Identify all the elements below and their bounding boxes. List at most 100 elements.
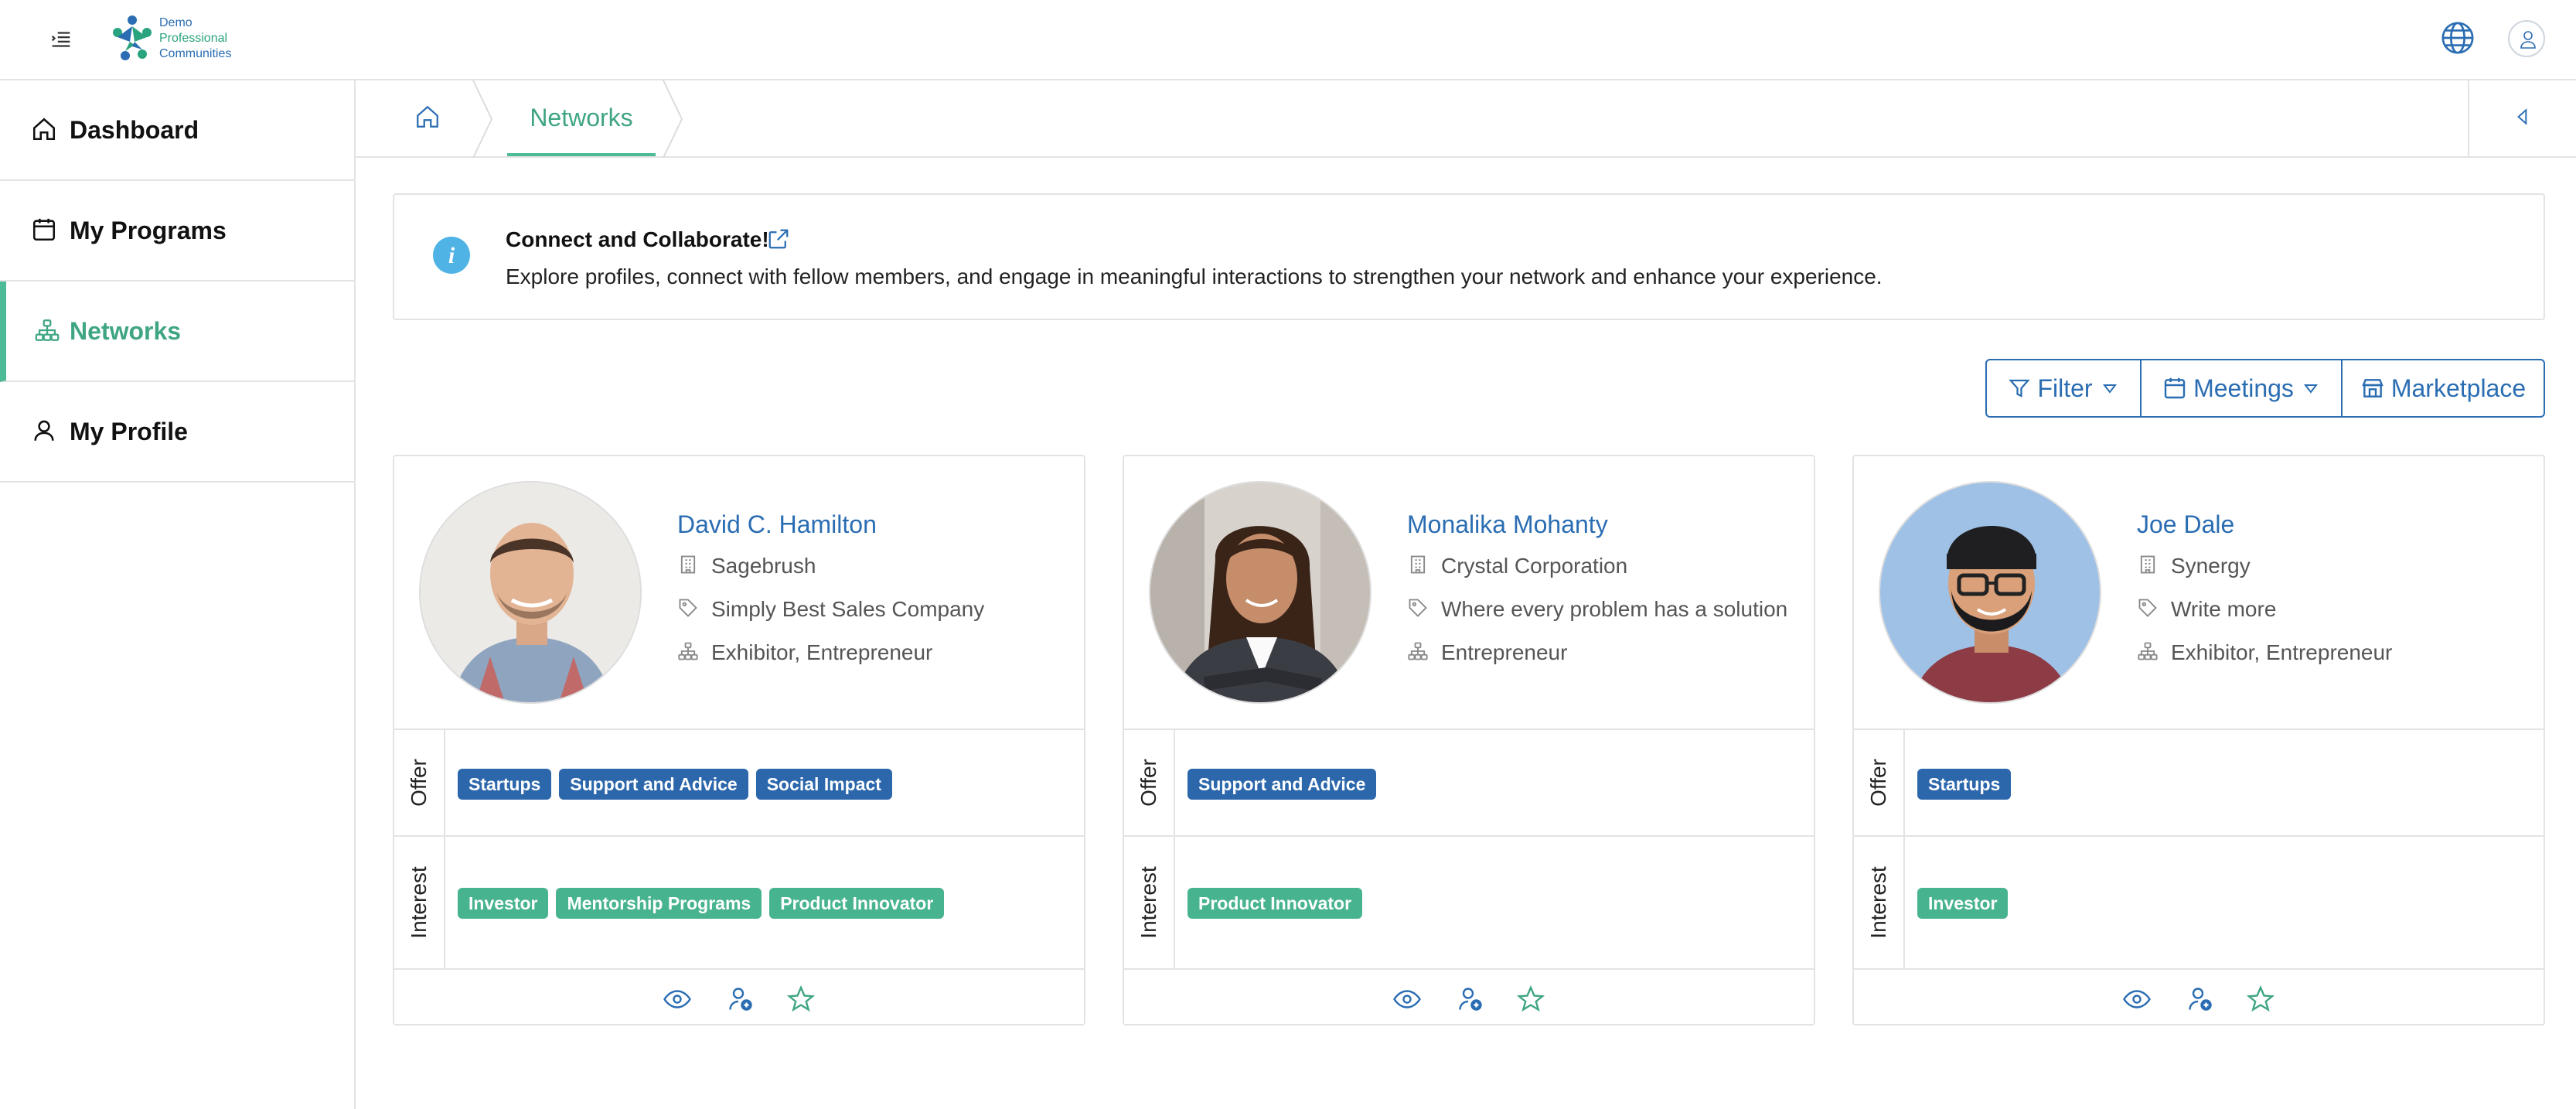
interest-label-cell: Interest	[394, 837, 445, 968]
connect-user-icon[interactable]	[727, 985, 755, 1013]
offer-tags: Startups Support and Advice Social Impac…	[458, 769, 892, 800]
top-header: Demo Professional Communities	[0, 0, 2576, 80]
marketplace-button[interactable]: Marketplace	[2343, 360, 2544, 416]
globe-icon[interactable]	[2440, 20, 2475, 56]
network-icon	[1408, 642, 1428, 660]
store-icon	[2362, 379, 2383, 398]
info-banner: i Connect and Collaborate! Explore profi…	[393, 193, 2545, 320]
avatar[interactable]	[419, 481, 642, 704]
interest-tags: Investor Mentorship Programs Product Inn…	[458, 888, 945, 919]
calendar-icon	[2164, 377, 2186, 399]
breadcrumb: Networks	[356, 80, 2576, 158]
meetings-button[interactable]: Meetings	[2142, 360, 2343, 416]
tag-icon	[2138, 599, 2157, 617]
offer-section: Offer Startups	[1854, 729, 2544, 835]
eye-icon[interactable]	[2123, 985, 2151, 1013]
brand-line-3: Communities	[159, 47, 232, 60]
interest-label: Interest	[407, 866, 431, 939]
offer-label: Offer	[1866, 759, 1890, 807]
sidebar-item-networks[interactable]: Networks	[0, 282, 354, 382]
breadcrumb-item-networks[interactable]: Networks	[507, 80, 656, 156]
card-actions	[1124, 968, 1814, 1024]
breadcrumb-separator	[663, 80, 683, 158]
meetings-label: Meetings	[2193, 374, 2294, 402]
user-menu-button[interactable]	[2508, 20, 2545, 57]
caret-left-icon	[2517, 108, 2527, 125]
network-icon	[678, 642, 698, 660]
offer-section: Offer Startups Support and Advice Social…	[394, 729, 1084, 835]
marketplace-label: Marketplace	[2390, 374, 2527, 402]
sidebar-item-my-profile[interactable]: My Profile	[0, 382, 354, 483]
sidebar-item-label: My Profile	[70, 418, 188, 445]
eye-icon[interactable]	[1393, 985, 1421, 1013]
interest-label-cell: Interest	[1124, 837, 1175, 968]
interest-tag[interactable]: Mentorship Programs	[556, 888, 762, 919]
interest-tags: Product Innovator	[1187, 888, 1363, 919]
interest-label: Interest	[1136, 866, 1160, 939]
tag-icon	[679, 599, 697, 617]
profile-name[interactable]: Monalika Mohanty	[1407, 510, 1608, 539]
star-icon[interactable]	[2246, 984, 2275, 1013]
building-icon	[2140, 555, 2155, 574]
active-tab-indicator	[507, 153, 656, 156]
info-icon: i	[431, 235, 472, 275]
eye-icon[interactable]	[663, 985, 691, 1013]
interest-tag[interactable]: Investor	[1917, 888, 2009, 919]
offer-label: Offer	[407, 759, 431, 807]
brand-name: Demo Professional Communities	[159, 15, 231, 62]
menu-collapse-icon[interactable]	[48, 26, 74, 53]
building-icon	[1410, 555, 1426, 574]
filter-icon	[2009, 379, 2031, 398]
panel-collapse-button[interactable]	[2468, 80, 2576, 156]
connect-user-icon[interactable]	[1457, 985, 1484, 1013]
sidebar-item-dashboard[interactable]: Dashboard	[0, 80, 354, 181]
tag-icon	[1409, 599, 1427, 617]
user-icon	[2520, 31, 2536, 49]
profile-card: Joe Dale Synergy Write more Exhibitor, E…	[1852, 455, 2545, 1025]
sidebar: Dashboard My Programs Networks My Profil…	[0, 80, 356, 1109]
profile-card: David C. Hamilton Sagebrush Simply Best …	[393, 455, 1085, 1025]
sidebar-item-label: Dashboard	[70, 116, 199, 144]
profile-name[interactable]: David C. Hamilton	[677, 510, 877, 539]
avatar[interactable]	[1879, 481, 2101, 704]
home-icon[interactable]	[414, 104, 442, 131]
offer-tags: Startups	[1917, 769, 2012, 800]
offer-tag[interactable]: Support and Advice	[559, 769, 748, 800]
company-tagline: Simply Best Sales Company	[711, 597, 985, 621]
offer-tag[interactable]: Social Impact	[755, 769, 892, 800]
chevron-down-icon	[2303, 384, 2318, 394]
star-icon[interactable]	[786, 984, 816, 1013]
offer-tag[interactable]: Startups	[458, 769, 552, 800]
svg-text:i: i	[448, 243, 455, 268]
brand-line-1: Demo	[159, 16, 193, 29]
offer-tag[interactable]: Support and Advice	[1187, 769, 1377, 800]
profile-roles: Entrepreneur	[1441, 640, 1568, 664]
banner-title: Connect and Collaborate!	[506, 227, 769, 251]
offer-label-cell: Offer	[394, 730, 445, 835]
interest-section: Interest Investor	[1854, 835, 2544, 968]
sidebar-item-my-programs[interactable]: My Programs	[0, 181, 354, 282]
user-icon	[31, 418, 59, 445]
interest-tag[interactable]: Product Innovator	[769, 888, 945, 919]
company-tagline: Write more	[2171, 597, 2277, 621]
offer-label-cell: Offer	[1854, 730, 1905, 835]
chevron-down-icon	[2102, 384, 2117, 394]
interest-tag[interactable]: Product Innovator	[1187, 888, 1363, 919]
profile-name[interactable]: Joe Dale	[2137, 510, 2234, 539]
card-actions	[394, 968, 1084, 1024]
interest-label: Interest	[1866, 866, 1890, 939]
star-icon[interactable]	[1516, 984, 1545, 1013]
profile-roles: Exhibitor, Entrepreneur	[711, 640, 933, 664]
avatar[interactable]	[1149, 481, 1371, 704]
interest-tag[interactable]: Investor	[458, 888, 549, 919]
calendar-icon	[31, 217, 59, 244]
network-icon	[34, 317, 62, 345]
offer-tag[interactable]: Startups	[1917, 769, 2012, 800]
card-actions	[1854, 968, 2544, 1024]
interest-section: Interest Product Innovator	[1124, 835, 1814, 968]
breadcrumb-current: Networks	[530, 104, 633, 131]
interest-label-cell: Interest	[1854, 837, 1905, 968]
filter-button[interactable]: Filter	[1987, 360, 2142, 416]
connect-user-icon[interactable]	[2186, 985, 2214, 1013]
external-link-icon[interactable]	[767, 227, 790, 251]
